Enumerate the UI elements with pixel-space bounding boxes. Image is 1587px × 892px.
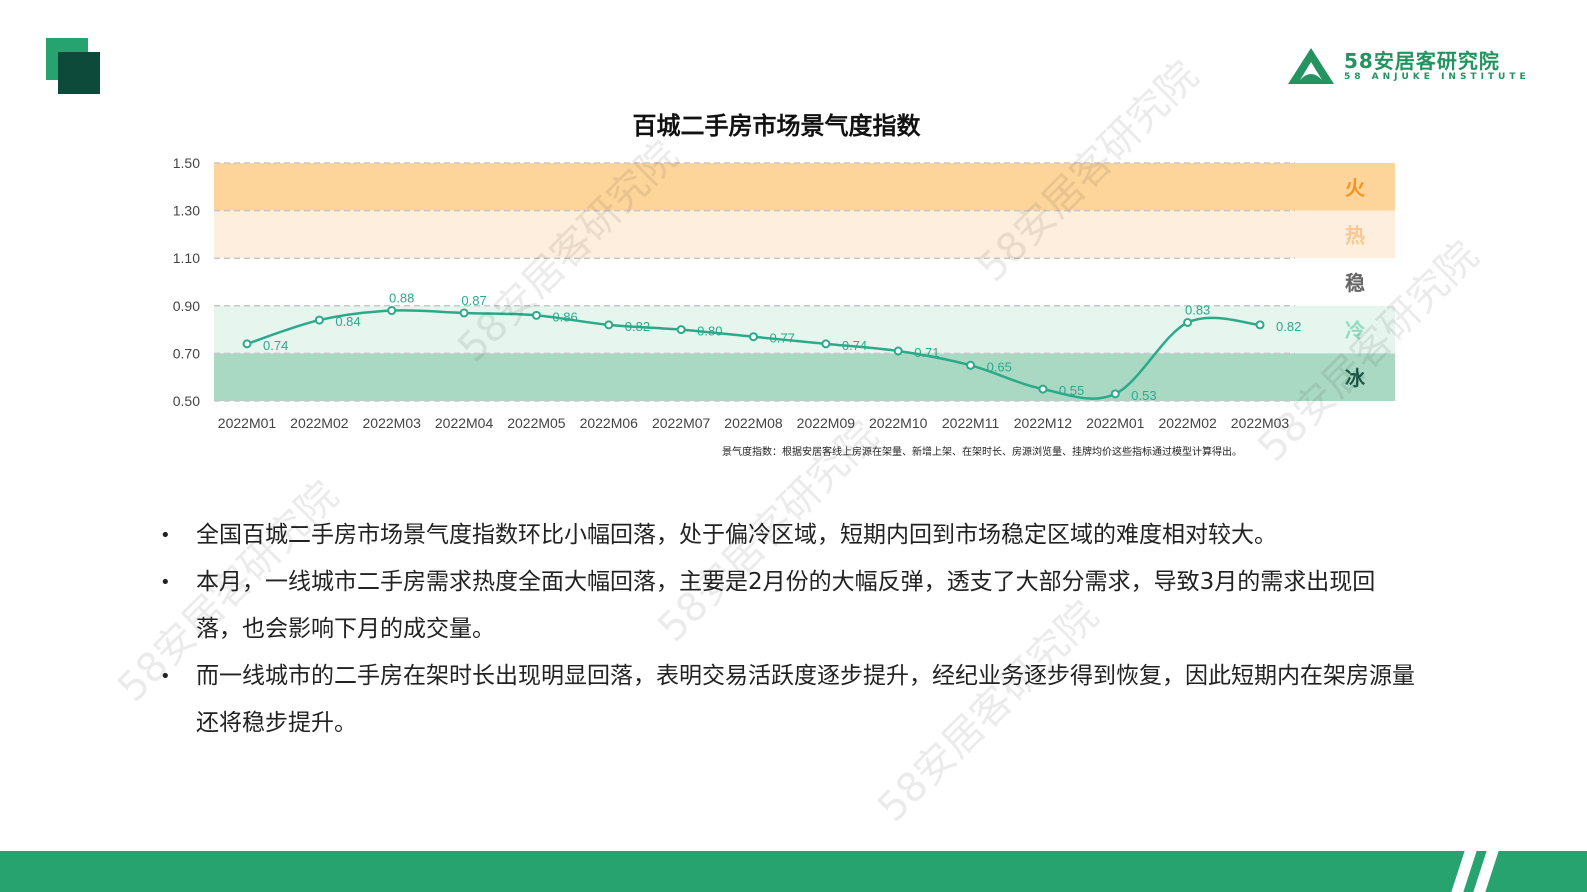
bullet-item: • 全国百城二手房市场景气度指数环比小幅回落，处于偏冷区域，短期内回到市场稳定区域… [160, 512, 1420, 559]
band-火 [214, 163, 1395, 211]
bullet-item: • 而一线城市的二手房在架时长出现明显回落，表明交易活跃度逐步提升，经纪业务逐步得… [160, 653, 1420, 747]
band-label: 冰 [1345, 366, 1366, 390]
data-label: 0.74 [263, 338, 288, 353]
data-point [966, 360, 976, 370]
x-tick-label: 2022M09 [797, 415, 856, 431]
data-label: 0.65 [987, 359, 1012, 374]
x-tick-label: 2022M05 [507, 415, 566, 431]
band-label: 冷 [1345, 319, 1365, 343]
data-point [1183, 317, 1193, 327]
x-tick-label: 2022M04 [435, 415, 494, 431]
bullet-text: 全国百城二手房市场景气度指数环比小幅回落，处于偏冷区域，短期内回到市场稳定区域的… [196, 522, 1277, 548]
data-point [387, 306, 397, 316]
data-point [531, 310, 541, 320]
data-label: 0.80 [697, 324, 722, 339]
data-label: 0.55 [1059, 383, 1084, 398]
x-tick-label: 2022M10 [869, 415, 928, 431]
data-point [604, 320, 614, 330]
data-point [676, 325, 686, 335]
data-label: 0.88 [389, 291, 414, 306]
chart-footnote: 景气度指数：根据安居客线上房源在架量、新增上架、在架时长、房源浏览量、挂牌均价这… [722, 447, 1242, 458]
x-tick-label: 2022M07 [652, 415, 711, 431]
bullet-dot: • [160, 666, 171, 687]
data-label: 0.82 [1276, 319, 1301, 334]
data-point [242, 339, 252, 349]
x-tick-label: 2022M06 [580, 415, 639, 431]
data-point [314, 315, 324, 325]
bullet-list: • 全国百城二手房市场景气度指数环比小幅回落，处于偏冷区域，短期内回到市场稳定区域… [160, 512, 1420, 747]
x-tick-label: 2022M03 [363, 415, 422, 431]
data-label: 0.53 [1131, 388, 1156, 403]
y-tick-label: 1.50 [173, 155, 200, 171]
x-tick-label: 2022M01 [1086, 415, 1145, 431]
y-tick-label: 0.90 [173, 298, 200, 314]
bullet-item: • 本月，一线城市二手房需求热度全面大幅回落，主要是2月份的大幅反弹，透支了大部分… [160, 559, 1420, 653]
band-热 [214, 210, 1395, 259]
data-point [893, 346, 903, 356]
x-tick-label: 2022M03 [1231, 415, 1290, 431]
x-tick-label: 2022M02 [290, 415, 349, 431]
y-tick-label: 0.70 [173, 345, 200, 361]
y-tick-label: 1.30 [173, 203, 200, 219]
y-tick-label: 0.50 [173, 393, 200, 409]
x-tick-label: 2022M11 [942, 415, 1000, 431]
data-label: 0.77 [770, 331, 795, 346]
x-tick-label: 2022M02 [1158, 415, 1217, 431]
x-tick-label: 2022M01 [218, 415, 277, 431]
data-label: 0.83 [1185, 302, 1210, 317]
x-tick-label: 2022M08 [724, 415, 783, 431]
data-label: 0.82 [625, 319, 650, 334]
data-point [821, 339, 831, 349]
data-label: 0.84 [335, 314, 360, 329]
bullet-text: 本月，一线城市二手房需求热度全面大幅回落，主要是2月份的大幅反弹，透支了大部分需… [196, 569, 1376, 642]
data-point [1110, 389, 1120, 399]
data-point [1255, 320, 1265, 330]
bullet-text: 而一线城市的二手房在架时长出现明显回落，表明交易活跃度逐步提升，经纪业务逐步得到… [196, 663, 1415, 736]
x-tick-label: 2022M12 [1014, 415, 1073, 431]
data-label: 0.74 [842, 338, 867, 353]
data-label: 0.87 [461, 293, 486, 308]
footer-bar [0, 851, 1587, 892]
data-label: 0.71 [914, 345, 939, 360]
band-label: 稳 [1345, 271, 1365, 295]
y-tick-label: 1.10 [173, 250, 200, 266]
band-label: 热 [1345, 223, 1365, 247]
line-chart: 火热稳冷冰 0.50 0.70 0.90 1.10 1.30 1.50 2022M01 2022… [173, 155, 1395, 431]
bullet-dot: • [160, 525, 171, 546]
data-point [1038, 384, 1048, 394]
data-point [749, 332, 758, 342]
band-冰 [214, 353, 1395, 401]
band-label: 火 [1345, 176, 1366, 200]
data-point [459, 308, 469, 318]
data-label: 0.86 [552, 309, 577, 324]
bullet-dot: • [160, 572, 171, 593]
